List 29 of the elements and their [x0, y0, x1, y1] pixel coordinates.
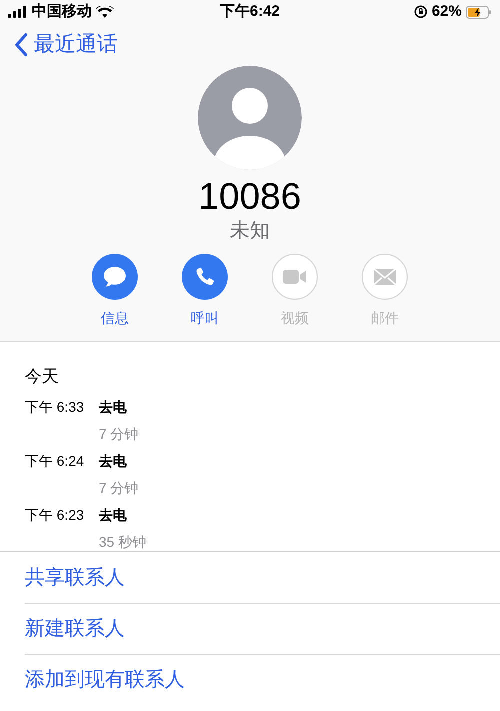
video-camera-icon: [282, 268, 308, 286]
battery-percent: 62%: [432, 2, 462, 22]
carrier-name: 中国移动: [32, 2, 92, 22]
chevron-left-icon: [14, 33, 28, 57]
call-type: 去电: [99, 398, 128, 417]
history-heading: 今天: [25, 366, 60, 388]
call-duration: 35 秒钟: [99, 533, 146, 552]
phone-icon: [194, 266, 216, 288]
call-time: 下午 6:24: [25, 452, 86, 471]
avatar-icon: [198, 66, 302, 170]
contact-action-link[interactable]: 新建联系人: [25, 603, 500, 654]
speech-bubble-icon: [103, 266, 127, 288]
signal-icon: [8, 6, 28, 18]
charging-battery-icon: [466, 6, 492, 18]
call-time: 下午 6:33: [25, 398, 86, 417]
contact-label: 未知: [230, 219, 270, 244]
wifi-icon: [96, 6, 114, 18]
rotation-lock-icon: [414, 5, 428, 19]
call-type: 去电: [99, 452, 128, 471]
call-duration: 7 分钟: [99, 425, 139, 444]
contact-action-link[interactable]: 共享联系人: [25, 552, 500, 603]
call-type: 去电: [99, 506, 128, 525]
status-time: 下午6:42: [220, 2, 280, 22]
envelope-icon: [373, 268, 397, 286]
contact-action-link[interactable]: 添加到现有联系人: [25, 654, 500, 705]
phone-number: 10086: [198, 176, 302, 218]
call-duration: 7 分钟: [99, 479, 139, 498]
call-time: 下午 6:23: [25, 506, 86, 525]
back-button[interactable]: 最近通话: [14, 29, 118, 61]
